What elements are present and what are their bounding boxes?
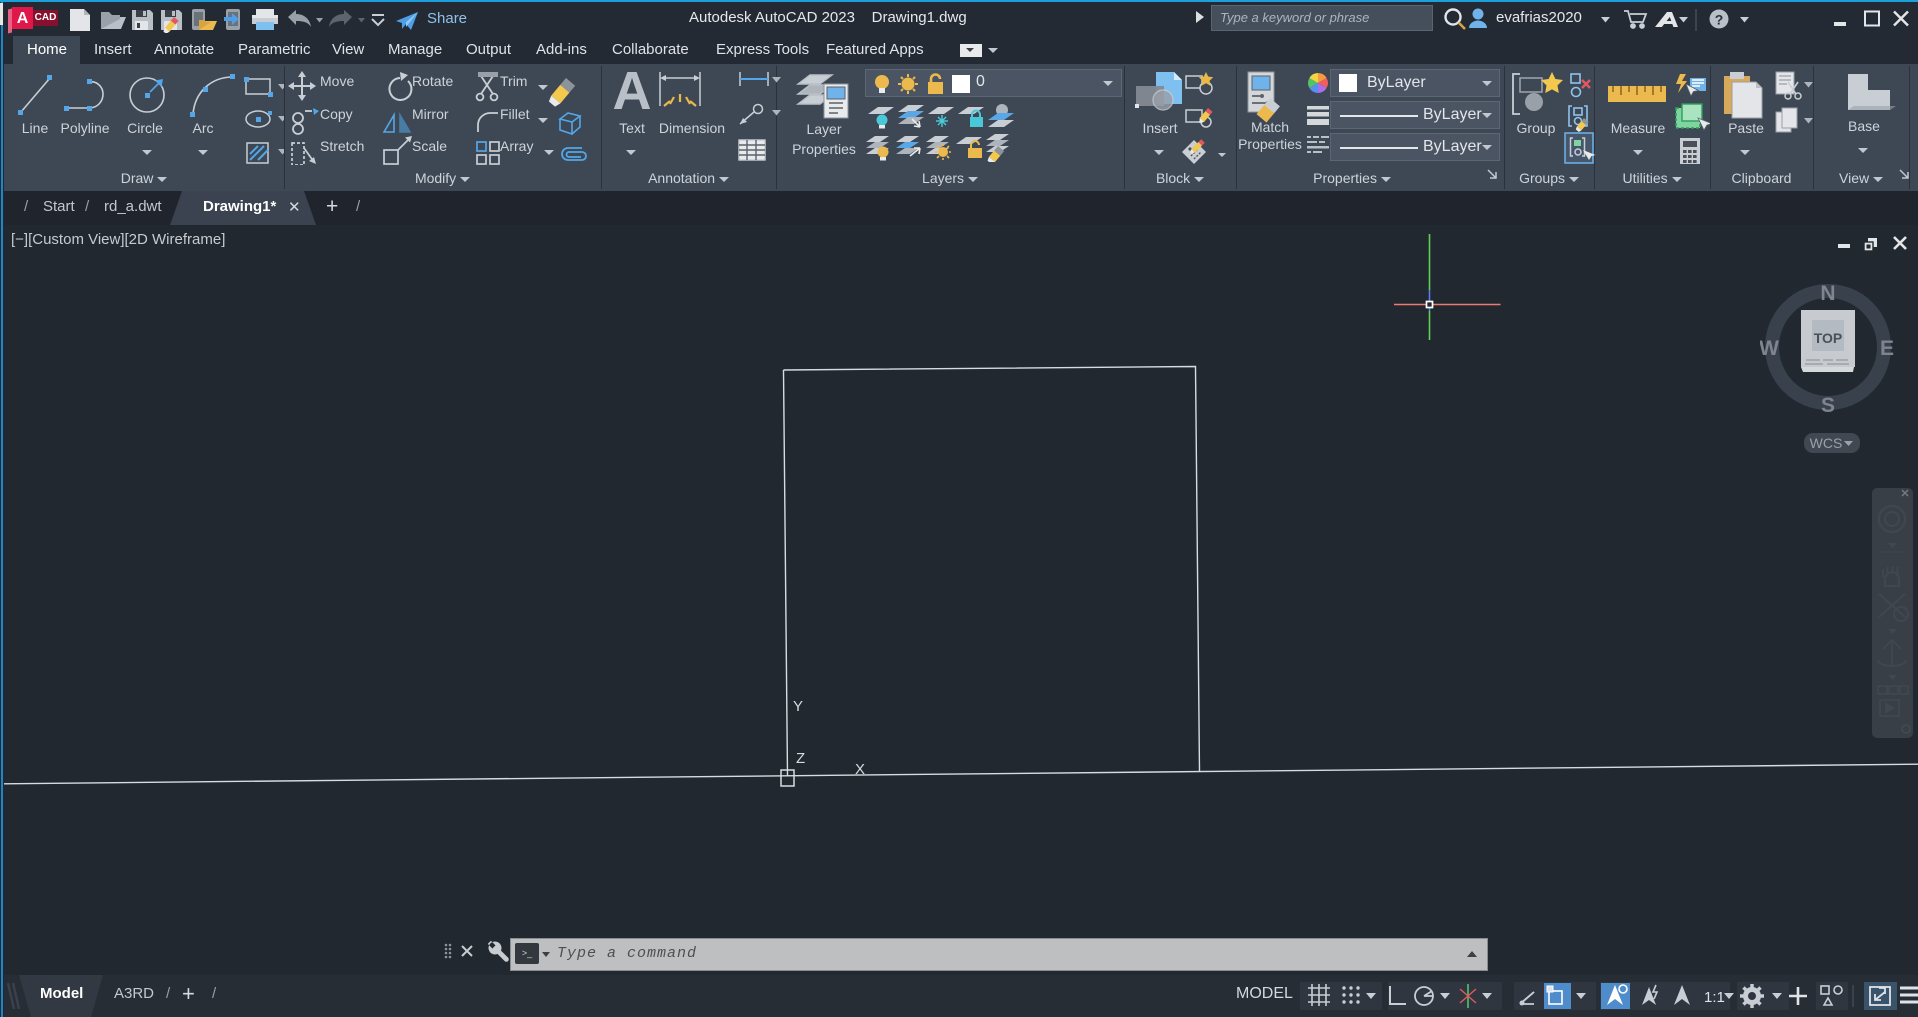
svg-text:Y: Y [793, 698, 803, 715]
svg-text:S: S [1821, 394, 1835, 417]
svg-text:Z: Z [796, 750, 805, 767]
svg-text:TOP: TOP [1814, 330, 1843, 346]
svg-text:1:1: 1:1 [1704, 989, 1725, 1006]
svg-text:N: N [1820, 282, 1835, 305]
svg-text:X: X [855, 761, 865, 778]
svg-text:WCS: WCS [1810, 435, 1843, 451]
svg-text:?: ? [1715, 12, 1724, 28]
svg-text:E: E [1880, 337, 1894, 360]
svg-text:W: W [1760, 337, 1779, 360]
